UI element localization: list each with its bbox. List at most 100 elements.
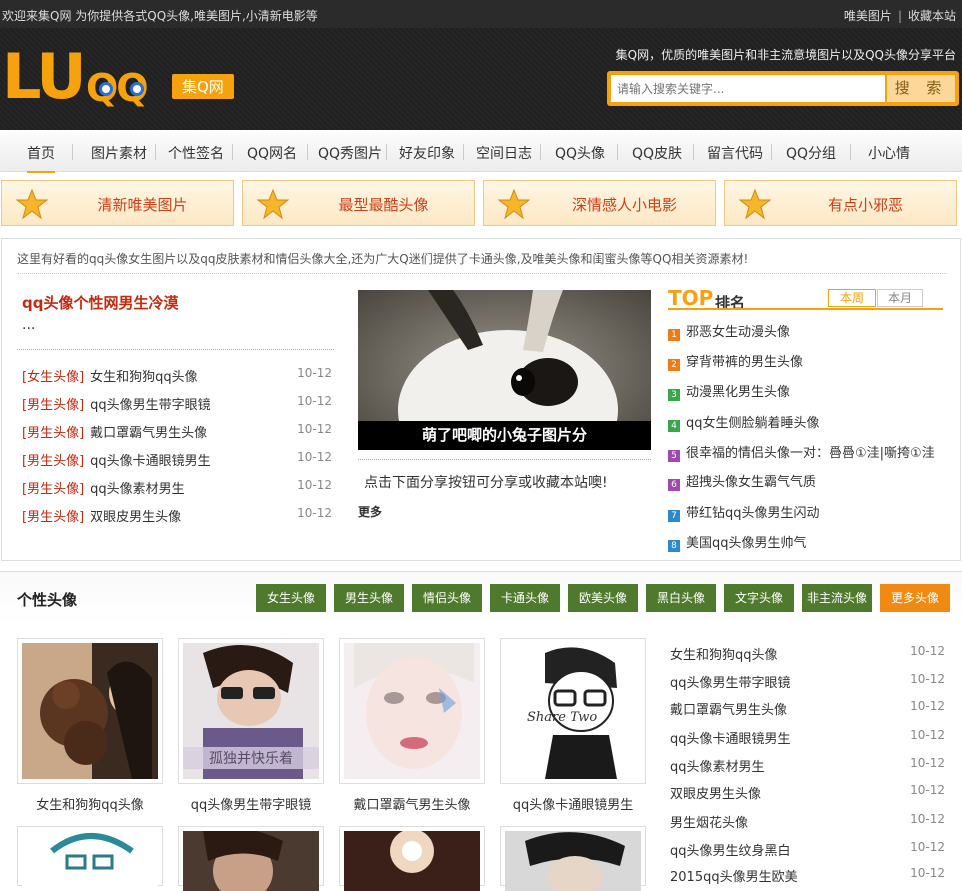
news-title[interactable]: qq头像素材男生	[90, 482, 185, 497]
list-title[interactable]: qq头像素材男生	[670, 760, 765, 775]
list-item[interactable]: 戴口罩霸气男生头像 10-12	[670, 699, 945, 718]
rank-item[interactable]: 5 很幸福的情侣头像一对：噕噕①洼|噺挎①洼	[668, 442, 943, 462]
nav-home[interactable]: 首页	[27, 143, 55, 173]
nav-qq-groups[interactable]: QQ分组	[786, 143, 836, 163]
rank-title[interactable]: 美国qq头像男生帅气	[686, 536, 807, 551]
list-item[interactable]: 2015qq头像男生欧美 10-12	[670, 866, 945, 885]
news-item[interactable]: [男生头像] qq头像卡通眼镜男生 10-12	[22, 450, 332, 469]
feature-fresh-images[interactable]: 清新唯美图片	[1, 180, 234, 226]
avatar-thumb[interactable]: Share Two	[500, 638, 646, 784]
news-title[interactable]: 戴口罩霸气男生头像	[90, 426, 207, 441]
tab-this-month[interactable]: 本月	[877, 289, 923, 307]
nav-qqshow-images[interactable]: QQ秀图片	[318, 143, 382, 163]
rank-title[interactable]: 邪恶女生动漫头像	[686, 325, 790, 340]
rank-item[interactable]: 2 穿背带裤的男生头像	[668, 351, 943, 371]
news-item[interactable]: [男生头像] 戴口罩霸气男生头像 10-12	[22, 422, 332, 441]
avatar-thumb[interactable]	[178, 826, 324, 891]
rank-title[interactable]: 很幸福的情侣头像一对：噕噕①洼|噺挎①洼	[686, 446, 935, 461]
list-item[interactable]: qq头像卡通眼镜男生 10-12	[670, 728, 945, 747]
tag-more-avatars[interactable]: 更多头像	[880, 584, 950, 612]
list-title[interactable]: 2015qq头像男生欧美	[670, 870, 798, 885]
news-category[interactable]: [男生头像]	[22, 482, 84, 497]
avatar-thumb[interactable]	[17, 826, 163, 891]
news-title[interactable]: 双眼皮男生头像	[90, 510, 181, 525]
rank-item[interactable]: 4 qq女生侧脸躺着睡头像	[668, 412, 943, 432]
tag-couple-avatars[interactable]: 情侣头像	[412, 584, 482, 612]
nav-qq-avatars[interactable]: QQ头像	[555, 143, 605, 163]
tag-cartoon-avatars[interactable]: 卡通头像	[490, 584, 560, 612]
site-logo[interactable]: LU QQ 集Q网	[2, 40, 242, 113]
rank-title[interactable]: 超拽头像女生霸气气质	[686, 475, 816, 490]
tab-this-week[interactable]: 本周	[828, 289, 876, 307]
tag-male-avatars[interactable]: 男生头像	[334, 584, 404, 612]
nav-moods[interactable]: 小心情	[868, 143, 910, 163]
list-title[interactable]: qq头像男生纹身黑白	[670, 844, 791, 859]
avatar-thumb[interactable]	[500, 826, 646, 891]
rank-title[interactable]: 带红钻qq头像男生闪动	[686, 506, 820, 521]
avatar-caption[interactable]: 女生和狗狗qq头像	[17, 794, 163, 813]
nav-qq-skins[interactable]: QQ皮肤	[632, 143, 682, 163]
news-category[interactable]: [男生头像]	[22, 510, 84, 525]
avatar-thumb[interactable]	[339, 638, 485, 784]
avatar-thumb[interactable]: 孤独并快乐着	[178, 638, 324, 784]
more-link[interactable]: 更多	[358, 503, 382, 520]
rank-item[interactable]: 3 动漫黑化男生头像	[668, 381, 943, 401]
rank-item[interactable]: 8 美国qq头像男生帅气	[668, 532, 943, 552]
feature-naughty[interactable]: 有点小邪恶	[724, 180, 957, 226]
logo-eye-icon	[130, 82, 144, 96]
news-item[interactable]: [男生头像] qq头像素材男生 10-12	[22, 478, 332, 497]
list-title[interactable]: 女生和狗狗qq头像	[670, 648, 778, 663]
rank-title[interactable]: 穿背带裤的男生头像	[686, 355, 803, 370]
nav-friend-impressions[interactable]: 好友印象	[399, 143, 455, 163]
news-title[interactable]: qq头像卡通眼镜男生	[90, 454, 211, 469]
rank-item[interactable]: 1 邪恶女生动漫头像	[668, 321, 943, 341]
news-title[interactable]: qq头像男生带字眼镜	[90, 398, 211, 413]
news-category[interactable]: [男生头像]	[22, 426, 84, 441]
list-item[interactable]: 男生烟花头像 10-12	[670, 812, 945, 831]
news-item[interactable]: [男生头像] qq头像男生带字眼镜 10-12	[22, 394, 332, 413]
tag-western-avatars[interactable]: 欧美头像	[568, 584, 638, 612]
nav-qq-names[interactable]: QQ网名	[247, 143, 297, 163]
list-item[interactable]: qq头像男生纹身黑白 10-12	[670, 840, 945, 859]
list-title[interactable]: qq头像卡通眼镜男生	[670, 732, 791, 747]
search-button[interactable]: 搜 索	[887, 75, 955, 102]
news-category[interactable]: [男生头像]	[22, 454, 84, 469]
nav-message-codes[interactable]: 留言代码	[707, 143, 763, 163]
feature-cool-avatars[interactable]: 最型最酷头像	[242, 180, 475, 226]
list-item[interactable]: 女生和狗狗qq头像 10-12	[670, 644, 945, 663]
avatar-thumb[interactable]	[17, 638, 163, 784]
tag-text-avatars[interactable]: 文字头像	[724, 584, 794, 612]
list-item[interactable]: qq头像男生带字眼镜 10-12	[670, 672, 945, 691]
link-beautiful-images[interactable]: 唯美图片	[844, 9, 892, 23]
avatar-thumb[interactable]	[339, 826, 485, 891]
list-title[interactable]: 戴口罩霸气男生头像	[670, 703, 787, 718]
news-item[interactable]: [男生头像] 双眼皮男生头像 10-12	[22, 506, 332, 525]
rank-item[interactable]: 6 超拽头像女生霸气气质	[668, 471, 943, 491]
headline-link[interactable]: qq头像个性网男生冷漠	[22, 292, 178, 313]
nav-image-materials[interactable]: 图片素材	[91, 143, 147, 163]
avatar-caption[interactable]: qq头像卡通眼镜男生	[500, 794, 646, 813]
search-input[interactable]	[611, 75, 885, 102]
nav-signatures[interactable]: 个性签名	[168, 143, 224, 163]
rank-title[interactable]: qq女生侧脸躺着睡头像	[686, 416, 820, 431]
avatar-caption[interactable]: 戴口罩霸气男生头像	[339, 794, 485, 813]
list-item[interactable]: qq头像素材男生 10-12	[670, 756, 945, 775]
news-category[interactable]: [男生头像]	[22, 398, 84, 413]
rank-item[interactable]: 7 带红钻qq头像男生闪动	[668, 502, 943, 522]
avatar-caption[interactable]: qq头像男生带字眼镜	[178, 794, 324, 813]
feature-touching-movies[interactable]: 深情感人小电影	[483, 180, 716, 226]
tag-nonmainstream-avatars[interactable]: 非主流头像	[802, 584, 872, 612]
tag-female-avatars[interactable]: 女生头像	[256, 584, 326, 612]
list-title[interactable]: qq头像男生带字眼镜	[670, 676, 791, 691]
news-category[interactable]: [女生头像]	[22, 370, 84, 385]
link-bookmark-site[interactable]: 收藏本站	[908, 9, 956, 23]
news-item[interactable]: [女生头像] 女生和狗狗qq头像 10-12	[22, 366, 332, 385]
news-title[interactable]: 女生和狗狗qq头像	[90, 370, 198, 385]
list-title[interactable]: 男生烟花头像	[670, 816, 748, 831]
list-item[interactable]: 双眼皮男生头像 10-12	[670, 783, 945, 802]
tag-bw-avatars[interactable]: 黑白头像	[646, 584, 716, 612]
list-title[interactable]: 双眼皮男生头像	[670, 787, 761, 802]
nav-space-logs[interactable]: 空间日志	[476, 143, 532, 163]
photo-caption[interactable]: 萌了吧唧的小兔子图片分	[358, 421, 651, 450]
rank-title[interactable]: 动漫黑化男生头像	[686, 385, 790, 400]
